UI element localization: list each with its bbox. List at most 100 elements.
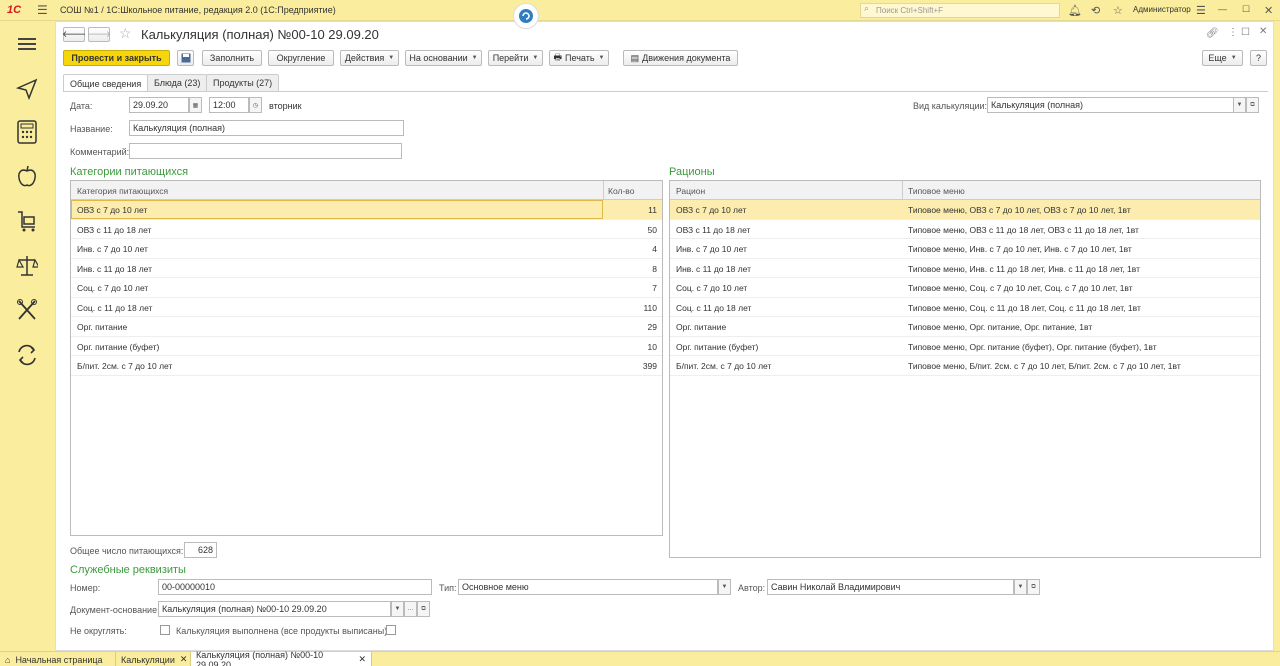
ration-menu: Типовое меню, Орг. питание, Орг. питание… <box>908 322 1093 332</box>
table-row[interactable]: Б/пит. 2см. с 7 до 10 лет 399 <box>71 356 662 376</box>
ration-name: Соц. с 11 до 18 лет <box>676 302 752 313</box>
table-row[interactable]: ОВЗ с 11 до 18 лет Типовое меню, ОВЗ с 11… <box>670 220 1260 239</box>
star-icon[interactable]: ☆ <box>1113 4 1123 17</box>
author-field[interactable]: Савин Николай Владимирович <box>767 579 1014 595</box>
calc-kind-field[interactable]: Калькуляция (полная) <box>987 97 1236 113</box>
settings-menu-icon[interactable]: ☰ <box>1196 4 1206 17</box>
table-row[interactable]: Орг. питание Типовое меню, Орг. питание, … <box>670 317 1260 337</box>
close-window-icon[interactable]: ✕ <box>1264 4 1273 17</box>
category-count: 110 <box>643 302 657 313</box>
clock-icon[interactable]: ◷ <box>249 97 262 113</box>
print-button[interactable]: 🖶 Печать ▼ <box>549 50 609 66</box>
type-field[interactable]: Основное меню <box>458 579 718 595</box>
table-row[interactable]: Соц. с 11 до 18 лет Типовое меню, Соц. с … <box>670 298 1260 317</box>
document-tab-label: Калькуляция (полная) №00-10 29.09.20 <box>196 649 324 666</box>
favorite-star-icon[interactable]: ☆ <box>119 25 132 42</box>
calculations-tab[interactable]: Калькуляции ✕ <box>116 652 191 666</box>
exchange-icon[interactable] <box>14 342 40 368</box>
chevron-down-icon[interactable]: ▼ <box>1233 97 1246 113</box>
category-name: Соц. с 7 до 10 лет <box>77 283 149 293</box>
done-checkbox[interactable] <box>386 625 396 635</box>
cart-icon[interactable] <box>14 208 40 234</box>
table-row[interactable]: Инв. с 7 до 10 лет 4 <box>71 239 662 259</box>
table-row[interactable]: ОВЗ с 11 до 18 лет 50 <box>71 220 662 239</box>
name-field[interactable]: Калькуляция (полная) <box>129 120 404 136</box>
rounding-button[interactable]: Округление <box>268 50 334 66</box>
table-row[interactable]: Соц. с 11 до 18 лет 110 <box>71 298 662 317</box>
table-row[interactable]: Инв. с 11 до 18 лет 8 <box>71 259 662 278</box>
comment-field[interactable] <box>129 143 402 159</box>
more-vertical-icon[interactable]: ⋮ <box>1228 27 1238 38</box>
open-icon[interactable]: ⧉ <box>417 601 430 617</box>
main-menu-icon[interactable]: ☰ <box>37 3 48 17</box>
rations-table[interactable]: Рацион Типовое меню ОВЗ с 7 до 10 лет Тип… <box>669 180 1261 558</box>
user-name[interactable]: Администратор <box>1133 5 1191 14</box>
actions-button[interactable]: Действия ▼ <box>340 50 399 66</box>
post-and-close-button[interactable]: Провести и закрыть <box>63 50 170 66</box>
categories-table[interactable]: Категория питающихся Кол-во ОВЗ с 7 до 1… <box>70 180 663 536</box>
table-row[interactable]: ОВЗ с 7 до 10 лет Типовое меню, ОВЗ с 7 д… <box>670 200 1260 220</box>
total-field[interactable]: 628 <box>184 542 217 558</box>
table-row[interactable]: Б/пит. 2см. с 7 до 10 лет Типовое меню, Б… <box>670 356 1260 376</box>
bell-icon[interactable]: 🔔︎ <box>1068 4 1082 17</box>
chevron-down-icon[interactable]: ▼ <box>391 601 404 617</box>
calendar-icon[interactable]: ▦ <box>189 97 202 113</box>
maximize-icon[interactable]: ☐ <box>1242 4 1250 15</box>
detach-icon[interactable]: ☐ <box>1241 27 1250 38</box>
no-round-checkbox[interactable] <box>160 625 170 635</box>
calculator-icon[interactable] <box>14 119 40 145</box>
tools-icon[interactable] <box>14 297 40 323</box>
col-category: Категория питающихся <box>77 186 169 196</box>
home-tab[interactable]: ⌂ Начальная страница <box>0 652 116 666</box>
send-icon[interactable] <box>14 76 40 102</box>
chevron-down-icon: ▼ <box>532 55 539 61</box>
link-icon[interactable]: 🔗︎ <box>1206 28 1219 39</box>
help-button[interactable]: ? <box>1250 50 1267 66</box>
apple-icon[interactable] <box>14 163 40 189</box>
goto-button[interactable]: Перейти ▼ <box>488 50 543 66</box>
history-icon[interactable]: ⟲ <box>1091 4 1100 17</box>
basis-field[interactable]: Калькуляция (полная) №00-10 29.09.20 <box>158 601 391 617</box>
table-row[interactable]: Орг. питание 29 <box>71 317 662 337</box>
chevron-down-icon[interactable]: ▼ <box>718 579 731 595</box>
save-button[interactable] <box>177 50 194 66</box>
back-button[interactable]: 🡐 <box>62 27 86 42</box>
chevron-down-icon[interactable]: ▼ <box>1014 579 1027 595</box>
based-on-button[interactable]: На основании ▼ <box>405 50 482 66</box>
ration-menu: Типовое меню, Б/пит. 2см. с 7 до 10 лет,… <box>908 361 1181 371</box>
date-field[interactable]: 29.09.20 <box>129 97 189 113</box>
table-row[interactable]: Орг. питание (буфет) Типовое меню, Орг. п… <box>670 337 1260 356</box>
forward-button[interactable]: 🡒 <box>87 27 111 42</box>
open-icon[interactable]: ⧉ <box>1246 97 1259 113</box>
chat-icon[interactable] <box>513 3 539 29</box>
close-form-icon[interactable]: ✕ <box>1259 26 1267 37</box>
time-field[interactable]: 12:00 <box>209 97 249 113</box>
document-movements-button[interactable]: ▤ Движения документа <box>623 50 738 66</box>
ration-name: ОВЗ с 7 до 10 лет <box>676 205 747 215</box>
table-row[interactable]: Инв. с 11 до 18 лет Типовое меню, Инв. с … <box>670 259 1260 278</box>
minimize-icon[interactable]: — <box>1218 4 1227 14</box>
menu-icon[interactable] <box>14 31 40 57</box>
chevron-down-icon: ▼ <box>471 55 478 61</box>
select-ellipsis-icon[interactable]: … <box>404 601 417 617</box>
close-tab-icon[interactable]: ✕ <box>180 654 188 665</box>
open-icon[interactable]: ⧉ <box>1027 579 1040 595</box>
number-field[interactable]: 00-00000010 <box>158 579 432 595</box>
table-row[interactable]: ОВЗ с 7 до 10 лет 11 <box>71 200 662 220</box>
fill-button[interactable]: Заполнить <box>202 50 262 66</box>
rations-header: Рацион Типовое меню <box>670 181 1260 200</box>
more-button[interactable]: Еще ▼ <box>1202 50 1243 66</box>
table-row[interactable]: Инв. с 7 до 10 лет Типовое меню, Инв. с 7… <box>670 239 1260 259</box>
document-tab[interactable]: Калькуляция (полная) №00-10 29.09.20 ✕ <box>191 649 372 666</box>
scales-icon[interactable] <box>14 253 40 279</box>
tab-dishes[interactable]: Блюда (23) <box>147 74 208 91</box>
close-tab-icon[interactable]: ✕ <box>358 654 366 665</box>
column-divider <box>603 181 604 200</box>
table-row[interactable]: Соц. с 7 до 10 лет 7 <box>71 278 662 298</box>
tab-products[interactable]: Продукты (27) <box>206 74 280 91</box>
table-row[interactable]: Соц. с 7 до 10 лет Типовое меню, Соц. с 7… <box>670 278 1260 298</box>
ration-menu: Типовое меню, Орг. питание (буфет), Орг.… <box>908 341 1157 352</box>
tab-general[interactable]: Общие сведения <box>63 74 149 92</box>
table-row[interactable]: Орг. питание (буфет) 10 <box>71 337 662 356</box>
global-search-input[interactable]: Поиск Ctrl+Shift+F <box>860 3 1060 18</box>
